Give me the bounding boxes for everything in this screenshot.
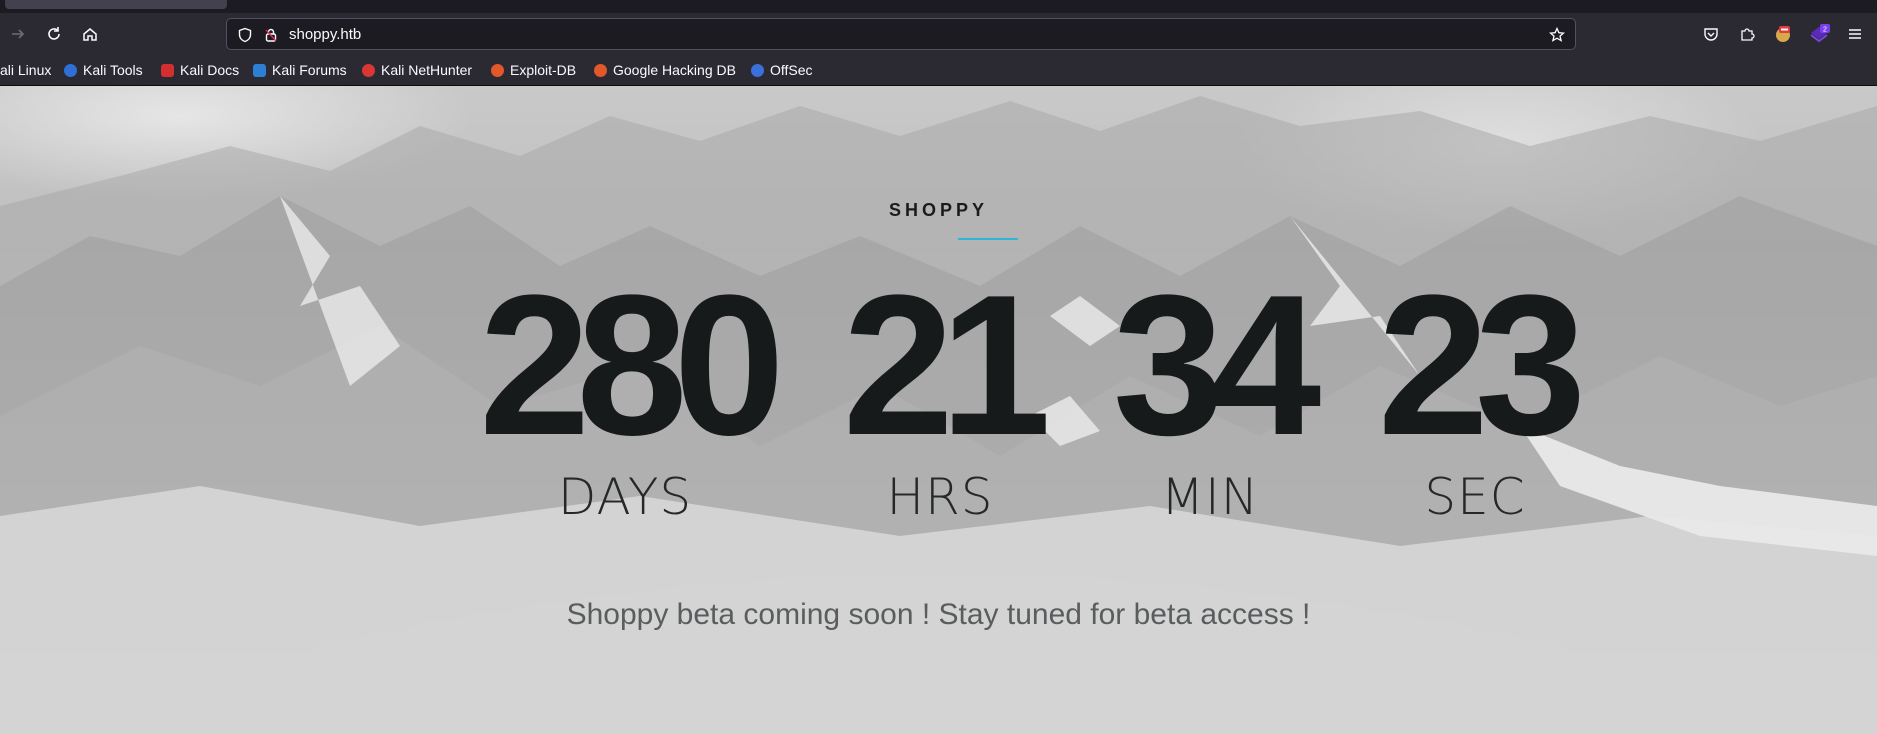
kali-nethunter-icon <box>362 63 375 77</box>
lock-icon[interactable] <box>261 25 281 45</box>
hamburger-menu-icon <box>1849 29 1861 39</box>
nav-toolbar: shoppy.htb 2 <box>0 13 1877 54</box>
exploit-db-icon <box>491 63 504 77</box>
minutes-value: 34 <box>1112 254 1321 477</box>
countdown-hours: 21 HRS <box>790 254 1090 526</box>
countdown-days: 280 DAYS <box>475 254 785 526</box>
bookmark-label: Exploit-DB <box>510 62 577 78</box>
offsec-icon <box>751 63 764 77</box>
google-hacking-db-icon <box>594 63 607 77</box>
back-button[interactable] <box>4 20 32 48</box>
kali-tools-icon <box>64 63 77 77</box>
bookmark-star-icon[interactable] <box>1547 25 1567 45</box>
reload-button[interactable] <box>40 20 68 48</box>
bookmark-label: Kali Forums <box>272 62 347 78</box>
pocket-button[interactable] <box>1698 21 1724 47</box>
puzzle-icon <box>1741 28 1755 41</box>
ublock-icon <box>1776 26 1790 42</box>
kali-docs-icon <box>161 63 174 77</box>
bookmark-label: OffSec <box>770 62 813 78</box>
bookmark-label: ali Linux <box>0 62 52 78</box>
countdown-minutes: 34 MIN <box>1060 254 1360 526</box>
extension-button-1[interactable] <box>1770 21 1796 47</box>
bookmarks-toolbar: ali Linux Kali Tools Kali Docs Kali Foru… <box>0 54 1877 86</box>
seconds-label: SEC <box>1424 468 1526 526</box>
bookmark-exploit-db[interactable]: Exploit-DB <box>491 61 576 79</box>
pocket-icon <box>1704 28 1718 41</box>
countdown-seconds: 23 SEC <box>1325 254 1625 526</box>
bookmark-kali-linux[interactable]: ali Linux <box>0 61 51 79</box>
tagline: Shoppy beta coming soon ! Stay tuned for… <box>566 598 1311 631</box>
home-button[interactable] <box>76 20 104 48</box>
hours-value: 21 <box>842 254 1051 477</box>
seconds-value: 23 <box>1377 254 1586 477</box>
page-content: SHOPPY 280 DAYS 21 HRS 34 MIN 23 SEC Sho… <box>0 86 1877 734</box>
days-value: 280 <box>479 254 785 477</box>
extension-badge: 2 <box>1823 27 1827 34</box>
bookmark-label: Kali NetHunter <box>381 62 473 78</box>
tab-strip <box>0 0 1877 13</box>
arrow-right-icon <box>12 29 25 39</box>
bookmark-kali-docs[interactable]: Kali Docs <box>161 61 239 79</box>
bookmark-label: Kali Tools <box>83 62 143 78</box>
brand-logo[interactable]: SHOPPY <box>0 200 1877 221</box>
bookmark-kali-forums[interactable]: Kali Forums <box>253 61 347 79</box>
bookmark-label: Kali Docs <box>180 62 240 78</box>
shield-icon[interactable] <box>235 25 255 45</box>
days-label: DAYS <box>557 468 693 526</box>
home-icon <box>83 28 97 41</box>
bookmark-google-hacking-db[interactable]: Google Hacking DB <box>594 61 736 79</box>
menu-button[interactable] <box>1842 21 1868 47</box>
extensions-button[interactable] <box>1734 21 1760 47</box>
bookmark-kali-nethunter[interactable]: Kali NetHunter <box>362 61 472 79</box>
bookmark-offsec[interactable]: OffSec <box>751 61 813 79</box>
bookmark-kali-tools[interactable]: Kali Tools <box>64 61 143 79</box>
url-bar[interactable]: shoppy.htb <box>226 18 1576 50</box>
minutes-label: MIN <box>1160 468 1260 526</box>
brand-underline <box>958 238 1018 240</box>
bookmark-label: Google Hacking DB <box>613 62 736 78</box>
extension-button-2[interactable]: 2 <box>1806 21 1832 47</box>
extension-icon: 2 <box>1810 24 1830 43</box>
browser-tab[interactable] <box>5 0 227 9</box>
kali-forums-icon <box>253 63 266 77</box>
reload-icon <box>48 27 60 40</box>
url-text[interactable]: shoppy.htb <box>289 26 361 43</box>
hours-label: HRS <box>886 468 994 526</box>
